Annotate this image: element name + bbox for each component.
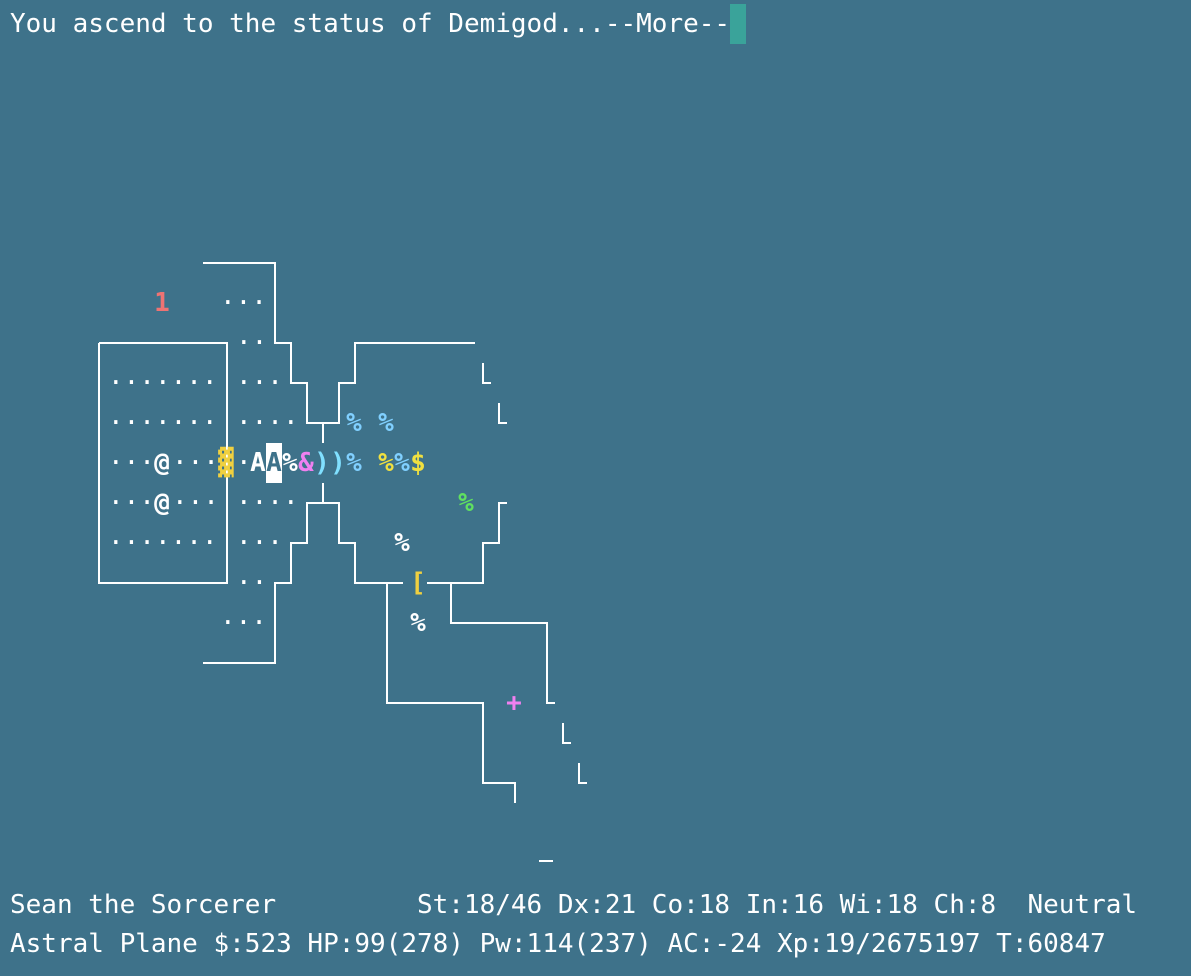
floor-row: ··· [172,448,219,478]
food-glyph: % [394,448,410,478]
floor-row: ······· [108,408,218,438]
wall-segment [450,583,555,704]
floor-row: ··· [108,488,155,518]
floor-row: ··· [236,528,283,558]
food-glyph: % [346,448,362,478]
player-glyph: @ [154,448,170,478]
food-glyph: % [458,488,474,518]
wall-segment [498,403,507,424]
wall-segment [578,763,587,784]
wall-segment [323,502,403,584]
floor-row: ··· [220,608,267,638]
food-glyph: % [378,448,394,478]
floor-row: ··· [108,448,155,478]
wall-segment [482,363,491,384]
floor-row: ······· [108,368,218,398]
floor-row: ··· [220,288,267,318]
gold-glyph: $ [410,448,426,478]
spellbook-glyph: + [506,688,522,718]
floor-row: ··· [172,488,219,518]
angel-cursor-glyph: A [266,443,282,483]
floor-row: ······· [108,528,218,558]
food-glyph: % [378,408,394,438]
floor-row: ···· [236,488,299,518]
wall-segment [562,723,571,744]
floor-row: ·· [236,568,268,598]
number-1-glyph: 1 [154,288,170,318]
demon-glyph: & [298,448,314,478]
food-glyph: % [394,528,410,558]
status-line-2: Astral Plane $:523 HP:99(278) Pw:114(237… [10,929,1106,959]
floor-row: ·· [236,328,268,358]
weapon-glyph: ) [314,448,330,478]
food-glyph: % [346,408,362,438]
armor-glyph: [ [410,568,426,598]
floor-row: ··· [236,368,283,398]
food-glyph: % [282,448,298,478]
floor-row: ···· [236,408,299,438]
weapon-glyph: ) [330,448,346,478]
angel-glyph: A [250,448,266,478]
ally-glyph: @ [154,488,170,518]
yellow-square-glyph: ▓ [218,448,234,478]
status-line-1: Sean the Sorcerer St:18/46 Dx:21 Co:18 I… [10,890,1138,920]
food-glyph: % [410,608,426,638]
